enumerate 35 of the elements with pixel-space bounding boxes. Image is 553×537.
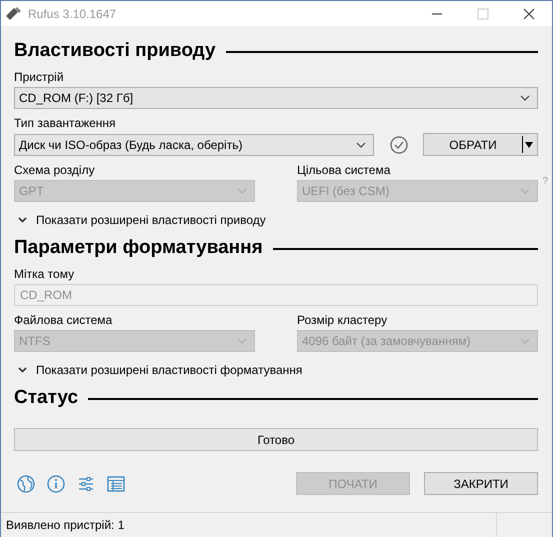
log-icon[interactable] xyxy=(107,476,125,492)
dropdown[interactable]: CD_ROM (F:) [32 Гб] xyxy=(14,87,538,109)
section-heading: Параметри форматування xyxy=(14,237,263,259)
select-button[interactable]: ОБРАТИ xyxy=(423,133,538,156)
field-label: Розмір кластеру xyxy=(297,313,388,328)
field-label: Схема розділу xyxy=(14,163,96,178)
field-label: Мітка тому xyxy=(14,267,76,282)
settings-icon[interactable] xyxy=(77,474,95,492)
window-title: Rufus 3.10.1647 xyxy=(28,6,118,20)
dropdown[interactable]: Диск чи ISO-образ (Будь ласка, оберіть) xyxy=(14,134,374,156)
checkmark-icon[interactable] xyxy=(390,136,408,154)
field-label: Цільова система xyxy=(297,163,392,178)
section-heading: Статус xyxy=(14,387,78,409)
chevron-icon xyxy=(520,95,530,101)
caret-icon xyxy=(525,142,533,148)
field-label: Файлова система xyxy=(14,313,114,328)
chevron-icon xyxy=(520,188,530,194)
field-label: Пристрій xyxy=(14,70,65,85)
help-mark[interactable]: ? xyxy=(542,176,548,187)
chevron-icon xyxy=(356,142,366,148)
usb-drive-icon xyxy=(5,6,21,20)
section-heading: Властивості приводу xyxy=(14,40,216,62)
field-label: Тип завантаження xyxy=(14,116,117,131)
info-icon[interactable] xyxy=(47,474,65,492)
close-button[interactable]: ЗАКРИТИ xyxy=(424,472,538,495)
globe-icon[interactable] xyxy=(17,474,35,492)
chevron-icon xyxy=(18,367,27,373)
close-icon[interactable] xyxy=(523,8,535,20)
expander-toggle[interactable]: Показати розширені властивості приводу xyxy=(14,206,538,234)
chevron-icon xyxy=(237,188,247,194)
chevron-icon xyxy=(237,338,247,344)
status-bar: Виявлено пристрій: 1 xyxy=(1,512,552,537)
chevron-icon xyxy=(520,338,530,344)
chevron-icon xyxy=(18,217,27,223)
expander-toggle[interactable]: Показати розширені властивості форматування xyxy=(14,356,538,384)
